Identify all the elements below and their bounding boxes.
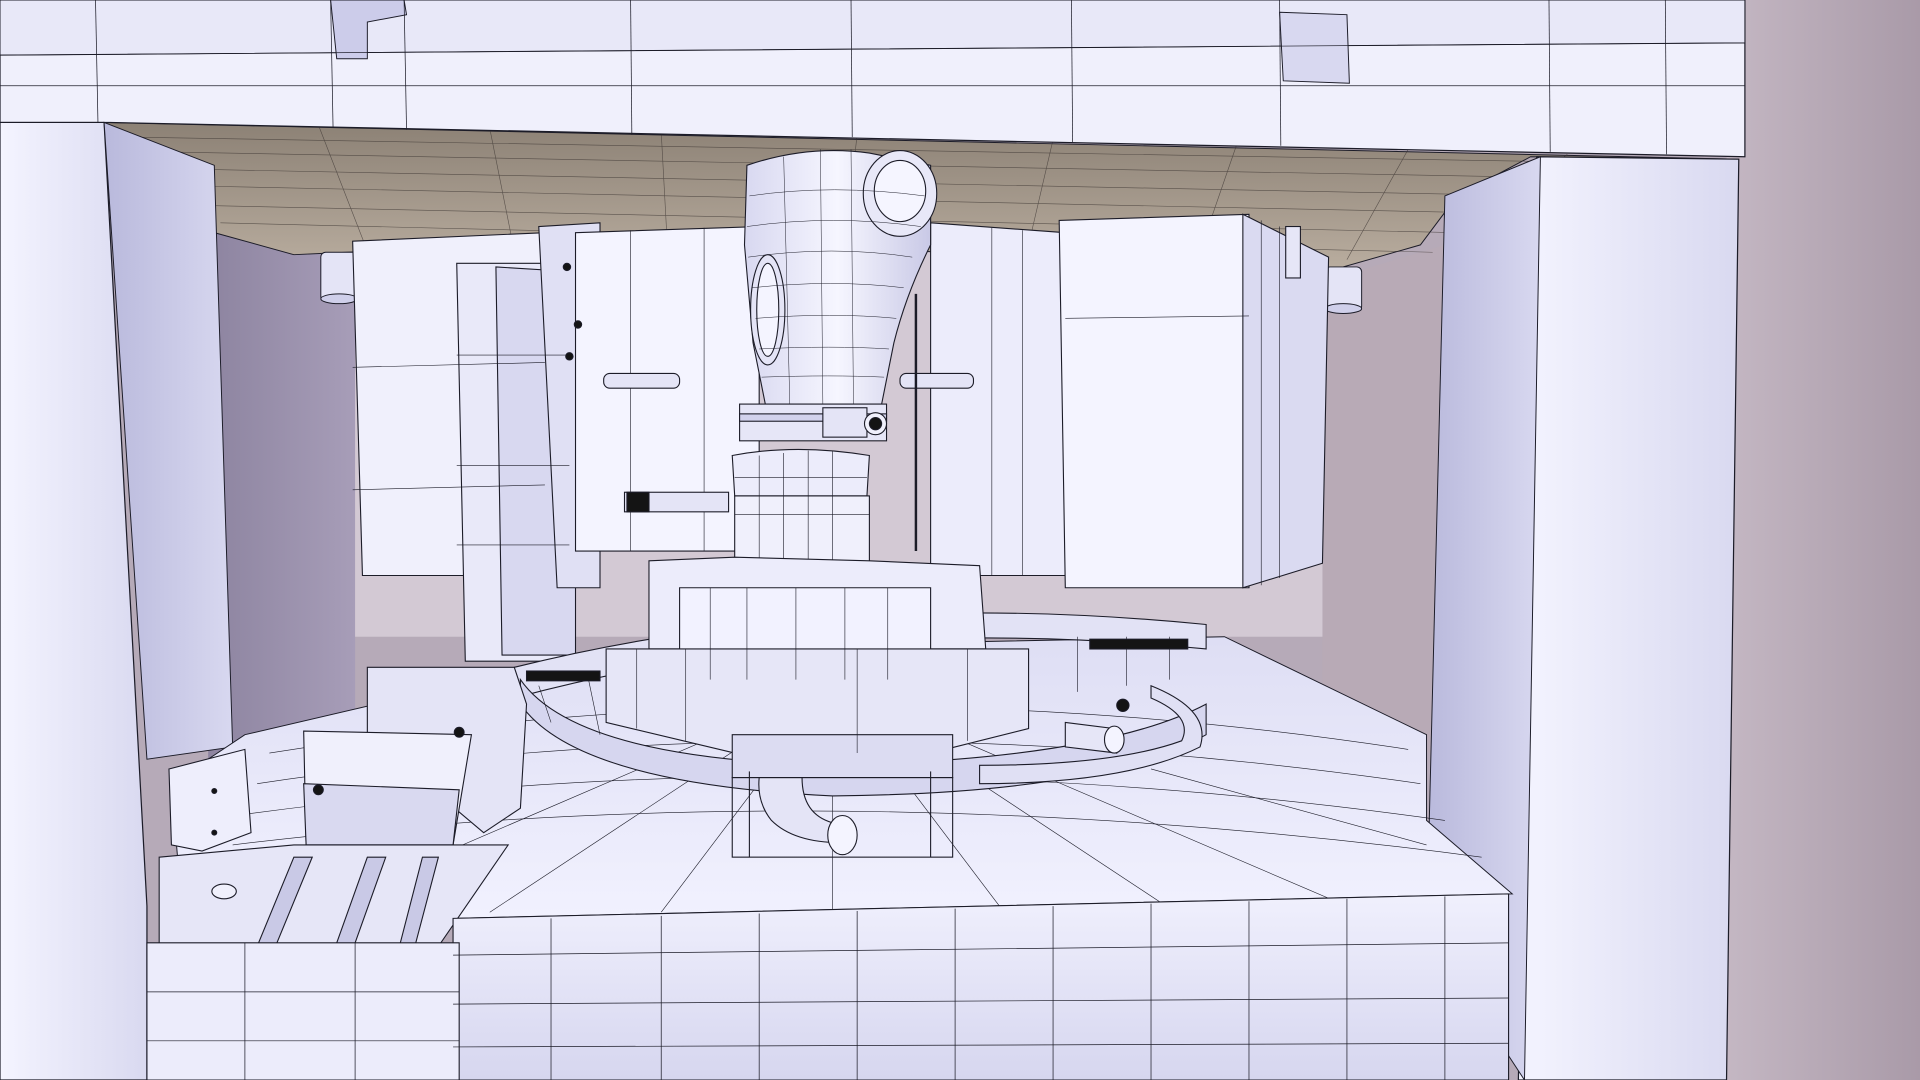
wireframe-machine-render bbox=[0, 0, 1920, 1080]
render-canvas bbox=[0, 0, 1920, 1080]
right-housing bbox=[899, 213, 1330, 589]
